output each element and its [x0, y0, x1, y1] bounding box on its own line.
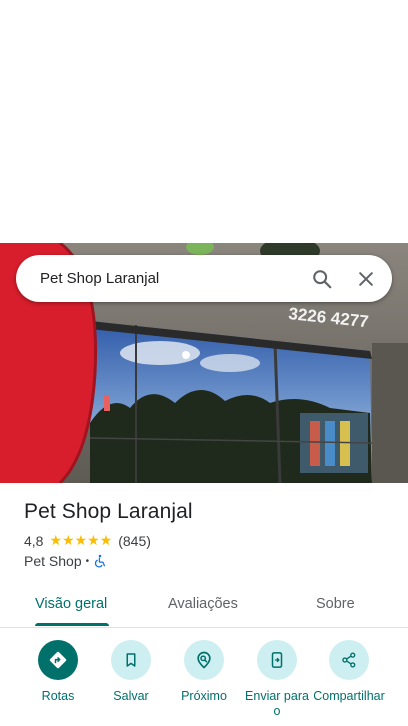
place-tabs: Visão geral Avaliações Sobre — [0, 583, 408, 628]
send-to-phone-icon — [257, 640, 297, 680]
rating-row[interactable]: 4,8 ★★★★★ (845) — [24, 532, 384, 549]
map-blank-area — [0, 0, 408, 243]
save-label: Salvar — [113, 689, 149, 703]
share-label: Compartilhar — [313, 689, 385, 703]
share-button[interactable]: Compartilhar — [309, 640, 389, 704]
place-info: Pet Shop Laranjal 4,8 ★★★★★ (845) Pet Sh… — [24, 500, 384, 569]
share-icon — [329, 640, 369, 680]
search-icon[interactable] — [308, 265, 336, 293]
tab-overview[interactable]: Visão geral — [35, 596, 107, 612]
send-to-phone-label: Enviar para o — [245, 689, 309, 718]
place-title: Pet Shop Laranjal — [24, 500, 193, 523]
directions-button[interactable]: Rotas — [18, 640, 98, 704]
tab-reviews[interactable]: Avaliações — [168, 596, 238, 612]
action-bar: Rotas Salvar Próximo Enviar para o Compa… — [0, 640, 408, 726]
place-category: Pet Shop — [24, 553, 82, 569]
search-bar[interactable]: Pet Shop Laranjal — [16, 255, 392, 302]
save-button[interactable]: Salvar — [91, 640, 171, 704]
separator-dot: • — [85, 555, 90, 567]
review-count: (845) — [118, 532, 151, 549]
category-row: Pet Shop • — [24, 553, 384, 569]
tab-about[interactable]: Sobre — [316, 596, 355, 612]
search-input[interactable]: Pet Shop Laranjal — [40, 270, 308, 287]
rating-value: 4,8 — [24, 532, 44, 549]
nearby-icon — [184, 640, 224, 680]
directions-label: Rotas — [41, 689, 75, 703]
active-tab-indicator — [35, 623, 109, 626]
close-icon[interactable] — [352, 265, 380, 293]
nearby-label: Próximo — [181, 689, 227, 703]
wheelchair-icon — [93, 554, 107, 568]
star-rating-icons: ★★★★★ — [49, 532, 113, 548]
directions-icon — [38, 640, 78, 680]
send-to-phone-button[interactable]: Enviar para o — [237, 640, 317, 719]
bookmark-icon — [111, 640, 151, 680]
nearby-button[interactable]: Próximo — [164, 640, 244, 704]
